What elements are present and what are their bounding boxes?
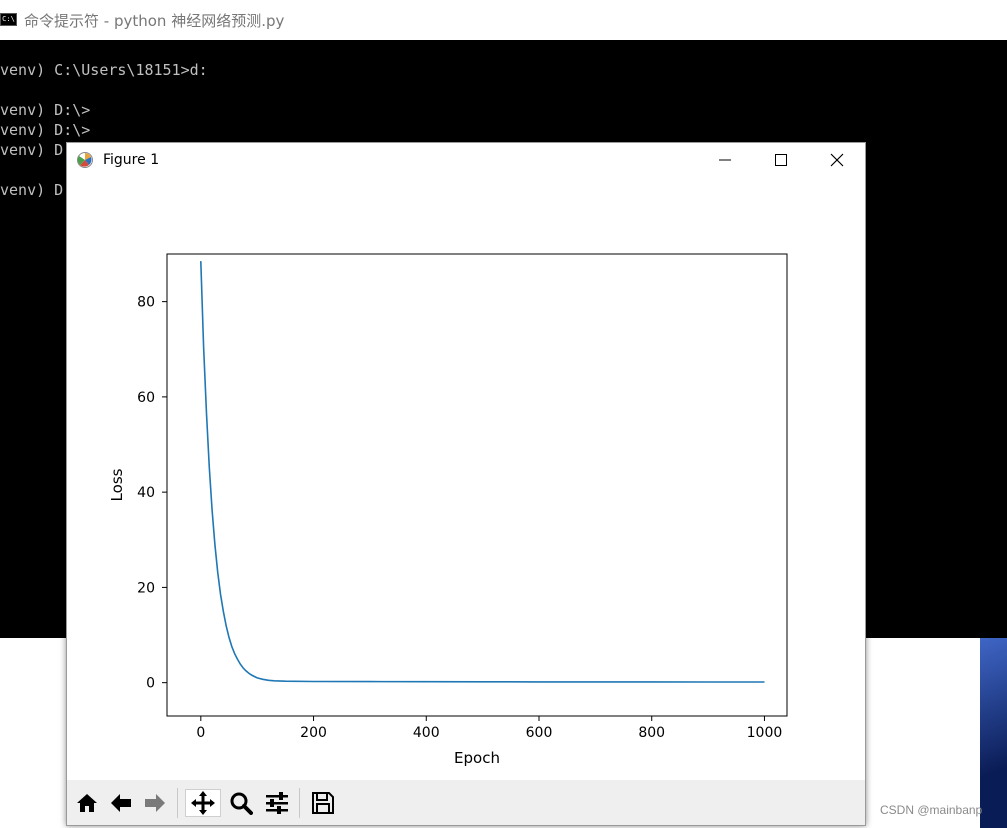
x-tick-label: 600	[526, 725, 553, 741]
home-icon	[77, 794, 97, 812]
loss-series-line	[200, 261, 765, 683]
console-titlebar[interactable]: C:\ 命令提示符 - python 神经网络预测.py	[0, 0, 1007, 40]
toolbar-separator	[177, 788, 178, 818]
figure-canvas[interactable]: 0 200 400 600 800 1000 0 20 40 60 80 Epoch Loss	[67, 177, 865, 780]
x-axis-label: Epoch	[454, 749, 500, 767]
desktop-background	[980, 638, 1007, 828]
configure-subplots-button[interactable]	[263, 789, 291, 817]
console-line: venv) C:\Users\18151>d:	[0, 61, 208, 79]
y-tick-label: 40	[137, 485, 155, 501]
console-icon: C:\	[0, 13, 17, 26]
minimize-icon	[719, 159, 731, 161]
watermark: CSDN @mainbanp	[880, 803, 983, 817]
close-icon	[830, 153, 844, 167]
save-button[interactable]	[309, 789, 337, 817]
loss-chart: 0 200 400 600 800 1000 0 20 40 60 80 Epoch Loss	[108, 253, 788, 767]
close-button[interactable]	[809, 143, 865, 177]
x-tick-label: 800	[638, 725, 665, 741]
console-line: venv) D	[0, 181, 64, 199]
x-tick-label: 200	[300, 725, 327, 741]
pan-button[interactable]	[185, 789, 221, 817]
matplotlib-icon	[77, 152, 93, 168]
maximize-icon	[775, 154, 787, 166]
y-tick-label: 80	[137, 295, 155, 311]
figure-titlebar[interactable]: Figure 1	[67, 143, 865, 177]
figure-toolbar	[67, 780, 865, 825]
y-tick-label: 20	[137, 580, 155, 596]
y-tick-label: 0	[146, 676, 155, 692]
axes-frame	[166, 253, 788, 717]
x-tick-label: 0	[196, 725, 205, 741]
console-line: venv) D:\>	[0, 101, 91, 119]
save-icon	[312, 792, 334, 814]
console-line: venv) D	[0, 141, 64, 159]
configure-subplots-icon	[266, 792, 288, 814]
x-tick-label: 1000	[747, 725, 783, 741]
y-tick-label: 60	[137, 390, 155, 406]
forward-icon	[145, 794, 165, 812]
back-icon	[111, 794, 131, 812]
x-tick-label: 400	[413, 725, 440, 741]
forward-button[interactable]	[141, 789, 169, 817]
figure-window[interactable]: Figure 1 0 200 400 600 800 1000 0 20 40 60 80 Epoch…	[66, 142, 866, 826]
toolbar-separator	[299, 788, 300, 818]
minimize-button[interactable]	[697, 143, 753, 177]
y-axis-label: Loss	[108, 468, 126, 501]
maximize-button[interactable]	[753, 143, 809, 177]
zoom-icon	[230, 792, 253, 815]
pan-icon	[191, 791, 215, 815]
figure-title: Figure 1	[103, 152, 160, 168]
zoom-button[interactable]	[227, 789, 255, 817]
home-button[interactable]	[73, 789, 101, 817]
back-button[interactable]	[107, 789, 135, 817]
console-line: venv) D:\>	[0, 121, 91, 139]
console-title: 命令提示符 - python 神经网络预测.py	[24, 12, 285, 30]
